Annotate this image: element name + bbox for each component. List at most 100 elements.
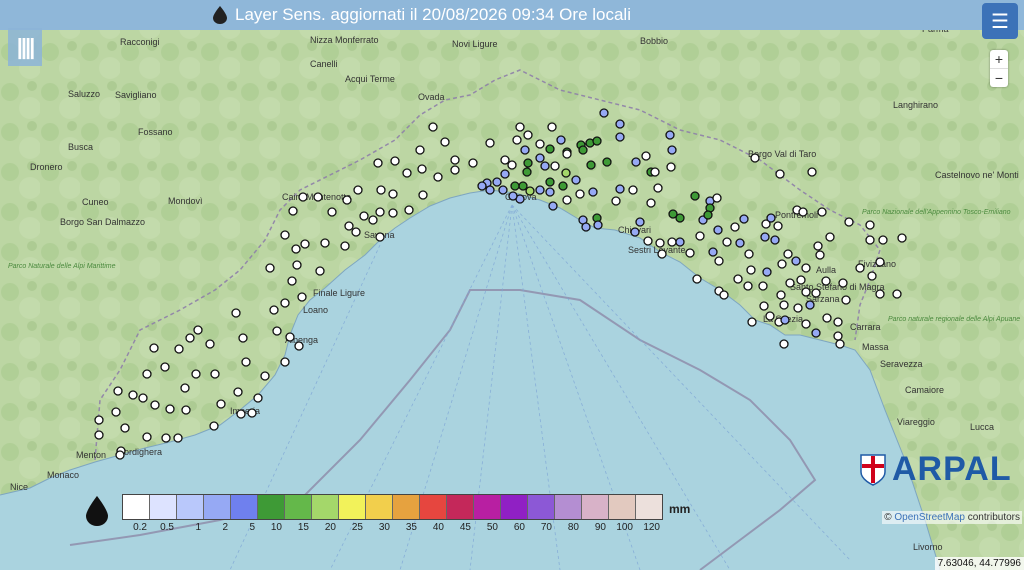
rain-station-marker[interactable] [578,145,588,155]
rain-station-marker[interactable] [351,227,361,237]
rain-station-marker[interactable] [209,421,219,431]
rain-station-marker[interactable] [735,238,745,248]
rain-station-marker[interactable] [523,158,533,168]
rain-station-marker[interactable] [241,357,251,367]
rain-station-marker[interactable] [520,145,530,155]
rain-station-marker[interactable] [518,181,528,191]
rain-station-marker[interactable] [655,238,665,248]
rain-station-marker[interactable] [545,144,555,154]
rain-station-marker[interactable] [376,185,386,195]
rain-station-marker[interactable] [739,214,749,224]
rain-station-marker[interactable] [498,185,508,195]
rain-station-marker[interactable] [599,108,609,118]
rain-station-marker[interactable] [94,430,104,440]
rain-station-marker[interactable] [344,221,354,231]
rain-station-marker[interactable] [402,168,412,178]
rain-station-marker[interactable] [780,315,790,325]
rain-station-marker[interactable] [801,319,811,329]
rain-station-marker[interactable] [115,450,125,460]
rain-station-marker[interactable] [657,249,667,259]
rain-station-marker[interactable] [641,151,651,161]
rain-station-marker[interactable] [375,207,385,217]
rain-station-marker[interactable] [867,271,877,281]
rain-station-marker[interactable] [708,247,718,257]
rain-station-marker[interactable] [300,239,310,249]
rain-station-marker[interactable] [523,130,533,140]
rain-station-marker[interactable] [628,185,638,195]
rain-station-marker[interactable] [535,153,545,163]
rain-station-marker[interactable] [238,333,248,343]
rain-station-marker[interactable] [592,136,602,146]
rain-station-marker[interactable] [297,292,307,302]
rain-station-marker[interactable] [588,187,598,197]
rain-station-marker[interactable] [291,244,301,254]
rain-station-marker[interactable] [327,207,337,217]
rain-station-marker[interactable] [507,160,517,170]
rain-station-marker[interactable] [492,177,502,187]
rain-station-marker[interactable] [825,232,835,242]
rain-station-marker[interactable] [294,341,304,351]
rain-station-marker[interactable] [762,267,772,277]
rain-station-marker[interactable] [811,288,821,298]
rain-station-marker[interactable] [550,161,560,171]
rain-station-marker[interactable] [185,333,195,343]
rain-station-marker[interactable] [142,369,152,379]
rain-station-marker[interactable] [841,295,851,305]
rain-station-marker[interactable] [285,332,295,342]
rain-station-marker[interactable] [785,278,795,288]
rain-station-marker[interactable] [485,138,495,148]
rain-station-marker[interactable] [260,371,270,381]
rain-station-marker[interactable] [833,317,843,327]
rain-station-marker[interactable] [730,222,740,232]
rain-station-marker[interactable] [838,278,848,288]
rain-station-marker[interactable] [878,235,888,245]
rain-station-marker[interactable] [500,155,510,165]
rain-station-marker[interactable] [468,158,478,168]
rain-station-marker[interactable] [375,232,385,242]
rain-station-marker[interactable] [540,161,550,171]
rain-station-marker[interactable] [428,122,438,132]
rain-station-marker[interactable] [359,211,369,221]
rain-station-marker[interactable] [875,257,885,267]
rain-station-marker[interactable] [777,259,787,269]
rain-station-marker[interactable] [773,221,783,231]
rain-station-marker[interactable] [875,289,885,299]
rain-station-marker[interactable] [692,274,702,284]
rain-station-marker[interactable] [440,137,450,147]
rain-station-marker[interactable] [535,139,545,149]
rain-station-marker[interactable] [822,313,832,323]
rain-station-marker[interactable] [719,290,729,300]
rain-station-marker[interactable] [733,274,743,284]
rain-station-marker[interactable] [280,230,290,240]
rain-station-marker[interactable] [128,390,138,400]
rain-station-marker[interactable] [646,198,656,208]
rain-station-marker[interactable] [643,236,653,246]
rain-station-marker[interactable] [313,192,323,202]
rain-station-marker[interactable] [535,185,545,195]
rain-station-marker[interactable] [615,132,625,142]
rain-station-marker[interactable] [287,276,297,286]
rain-station-marker[interactable] [775,169,785,179]
rain-station-marker[interactable] [865,220,875,230]
zoom-in-button[interactable]: + [990,50,1008,69]
zoom-out-button[interactable]: − [990,69,1008,87]
rain-station-marker[interactable] [615,184,625,194]
rain-station-marker[interactable] [811,328,821,338]
rain-station-marker[interactable] [586,160,596,170]
rain-station-marker[interactable] [417,164,427,174]
rain-station-marker[interactable] [690,191,700,201]
rain-station-marker[interactable] [280,298,290,308]
rain-station-marker[interactable] [760,232,770,242]
rain-station-marker[interactable] [340,241,350,251]
rain-station-marker[interactable] [892,289,902,299]
rain-station-marker[interactable] [94,415,104,425]
rain-station-marker[interactable] [713,225,723,235]
rain-station-marker[interactable] [173,433,183,443]
rain-station-marker[interactable] [288,206,298,216]
rain-station-marker[interactable] [210,369,220,379]
rain-station-marker[interactable] [807,167,817,177]
rain-station-marker[interactable] [783,249,793,259]
rain-station-marker[interactable] [150,400,160,410]
rain-station-marker[interactable] [548,201,558,211]
rain-station-marker[interactable] [801,263,811,273]
